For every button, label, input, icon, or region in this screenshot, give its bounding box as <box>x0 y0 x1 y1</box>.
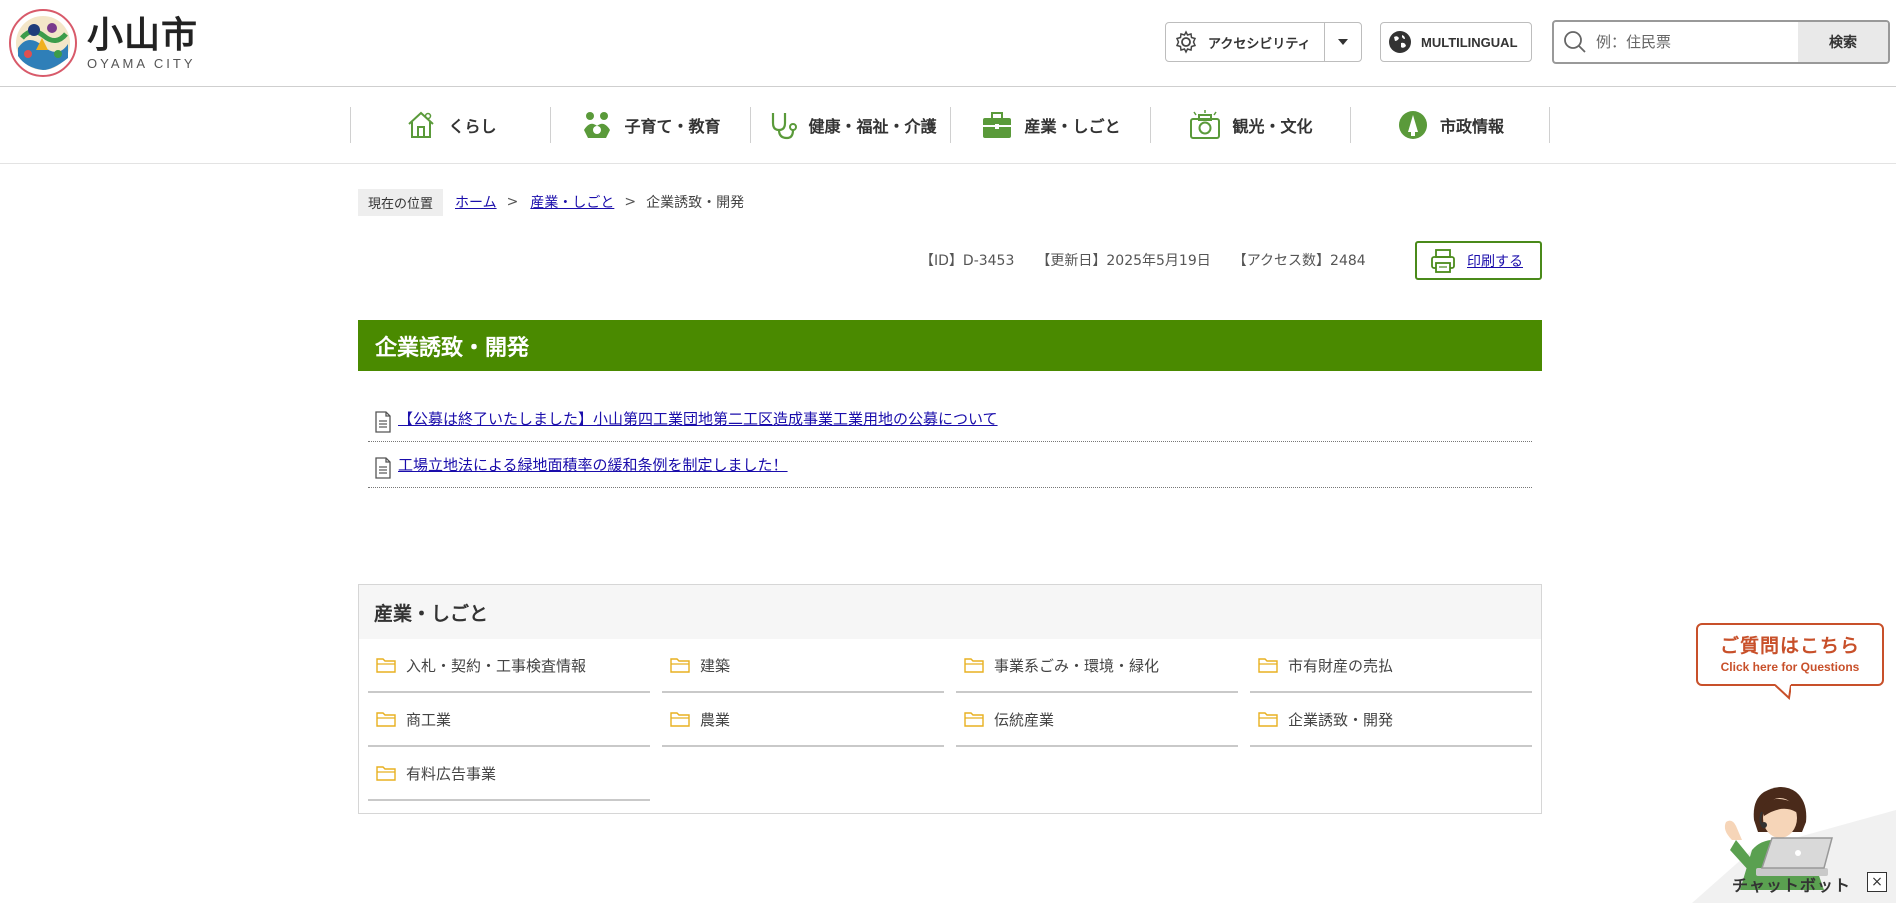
gnav-item-kosodate[interactable]: 子育て・教育 <box>550 107 750 143</box>
category-item[interactable]: 市有財産の売払 <box>1250 639 1532 693</box>
accessibility-dropdown-button[interactable] <box>1324 22 1362 62</box>
folder-icon <box>964 658 984 673</box>
print-label: 印刷する <box>1467 253 1523 270</box>
house-icon <box>408 111 435 138</box>
logo-title: 小山市 <box>87 14 199 56</box>
category-label: 事業系ごみ・環境・緑化 <box>994 656 1160 675</box>
accessibility-label: アクセシビリティ <box>1208 36 1311 52</box>
category-label: 市有財産の売払 <box>1288 656 1394 675</box>
nav-divider <box>0 163 1896 164</box>
search-icon <box>1564 31 1586 53</box>
category-box: 産業・しごと 入札・契約・工事検査情報 建築 事業系ごみ・環境・緑化 市有財産の… <box>358 584 1542 814</box>
folder-icon <box>376 712 396 727</box>
city-hall-icon <box>1398 111 1427 139</box>
category-item[interactable]: 事業系ごみ・環境・緑化 <box>956 639 1238 693</box>
category-label: 入札・契約・工事検査情報 <box>406 656 587 675</box>
category-label: 企業誘致・開発 <box>1288 710 1394 729</box>
gnav-item-shisei[interactable]: 市政情報 <box>1350 107 1550 143</box>
logo-subtitle: OYAMA CITY <box>87 55 196 71</box>
article-link[interactable]: 【公募は終了いたしました】小山第四工業団地第二工区造成事業工業用地の公募について <box>398 408 998 429</box>
category-label: 伝統産業 <box>994 710 1055 729</box>
briefcase-icon <box>983 112 1012 138</box>
gnav-label: 健康・福祉・介護 <box>808 117 937 136</box>
camera-icon <box>1190 110 1221 139</box>
breadcrumb-separator: > <box>506 194 519 210</box>
category-item[interactable]: 商工業 <box>368 693 650 747</box>
folder-icon <box>670 712 690 727</box>
category-label: 建築 <box>700 656 731 675</box>
globe-icon <box>1389 31 1411 53</box>
folder-icon <box>376 658 396 673</box>
category-label: 農業 <box>700 710 731 729</box>
list-item: 工場立地法による緑地面積率の緩和条例を制定しました！ <box>368 442 1532 488</box>
global-nav: くらし 子育て・教育 健康・福祉・介護 産業・しごと 観光・文化 市政情報 <box>350 107 1550 143</box>
chatbot-label[interactable]: チャットボット <box>1732 872 1851 896</box>
stethoscope-icon <box>772 113 798 140</box>
folder-icon <box>376 766 396 781</box>
search-button[interactable]: 検索 <box>1798 22 1888 62</box>
bubble-tail-icon <box>1775 684 1791 700</box>
gnav-item-kenko[interactable]: 健康・福祉・介護 <box>750 107 950 143</box>
page-updated: 【更新日】2025年5月19日 <box>1036 253 1211 269</box>
category-item[interactable]: 企業誘致・開発 <box>1250 693 1532 747</box>
site-logo[interactable]: 小山市 OYAMA CITY <box>8 8 198 78</box>
list-item: 【公募は終了いたしました】小山第四工業団地第二工区造成事業工業用地の公募について <box>368 396 1532 442</box>
multilingual-label: MULTILINGUAL <box>1421 34 1518 50</box>
document-icon <box>375 456 391 479</box>
gnav-label: 観光・文化 <box>1232 117 1313 136</box>
site-search: 検索 <box>1552 20 1890 64</box>
breadcrumb-current: 企業誘致・開発 <box>646 195 745 211</box>
printer-icon <box>1431 248 1455 273</box>
search-input[interactable] <box>1596 33 1796 51</box>
gnav-label: 子育て・教育 <box>624 117 721 136</box>
chatbot-bubble-title: ご質問はこちら <box>1719 635 1860 657</box>
family-icon <box>584 112 611 138</box>
gnav-item-kurashi[interactable]: くらし <box>350 107 550 143</box>
category-title: 産業・しごと <box>374 602 489 625</box>
chatbot-bubble-subtitle: Click here for Questions <box>1720 660 1860 674</box>
page-link-list: 【公募は終了いたしました】小山第四工業団地第二工区造成事業工業用地の公募について… <box>368 396 1532 488</box>
print-button[interactable]: 印刷する <box>1415 241 1542 280</box>
city-emblem-icon <box>9 9 77 77</box>
breadcrumb-tag: 現在の位置 <box>358 188 444 216</box>
page-id: 【ID】D-3453 <box>920 253 1015 269</box>
gear-icon <box>1175 30 1197 54</box>
page-meta: 【ID】D-3453 【更新日】2025年5月19日 【アクセス数】2484 <box>920 250 1388 270</box>
chatbot-close-button[interactable]: × <box>1867 872 1887 892</box>
category-label: 商工業 <box>406 710 452 729</box>
gnav-item-kanko[interactable]: 観光・文化 <box>1150 107 1350 143</box>
article-link[interactable]: 工場立地法による緑地面積率の緩和条例を制定しました！ <box>398 454 788 475</box>
folder-icon <box>1258 712 1278 727</box>
category-item[interactable]: 有料広告事業 <box>368 747 650 801</box>
breadcrumb-home-link[interactable]: ホーム <box>455 192 497 212</box>
accessibility-button[interactable]: アクセシビリティ <box>1165 22 1328 62</box>
document-icon <box>375 410 391 433</box>
category-item[interactable]: 農業 <box>662 693 944 747</box>
folder-icon <box>1258 658 1278 673</box>
gnav-label: くらし <box>448 117 497 136</box>
page-access-count: 【アクセス数】2484 <box>1232 253 1366 269</box>
multilingual-button[interactable]: MULTILINGUAL <box>1380 22 1532 62</box>
gnav-label: 市政情報 <box>1439 117 1504 136</box>
category-item[interactable]: 入札・契約・工事検査情報 <box>368 639 650 693</box>
folder-icon <box>670 658 690 673</box>
folder-icon <box>964 712 984 727</box>
category-label: 有料広告事業 <box>406 764 497 783</box>
site-header: 小山市 OYAMA CITY アクセシビリティ MULTILINGUAL 検索 <box>0 0 1896 87</box>
category-item[interactable]: 伝統産業 <box>956 693 1238 747</box>
page-title-bar: 企業誘致・開発 <box>358 320 1542 371</box>
gnav-item-sangyo[interactable]: 産業・しごと <box>950 107 1150 143</box>
chatbot-bubble[interactable]: ご質問はこちら Click here for Questions <box>1696 623 1884 686</box>
breadcrumb: 現在の位置 ホーム > 産業・しごと > 企業誘致・開発 <box>358 188 745 216</box>
category-item[interactable]: 建築 <box>662 639 944 693</box>
breadcrumb-parent-link[interactable]: 産業・しごと <box>530 192 614 212</box>
caret-down-icon <box>1338 39 1348 45</box>
page-title: 企業誘致・開発 <box>375 335 530 361</box>
gnav-label: 産業・しごと <box>1024 117 1121 136</box>
category-header: 産業・しごと <box>359 585 1541 639</box>
breadcrumb-separator: > <box>624 194 637 210</box>
